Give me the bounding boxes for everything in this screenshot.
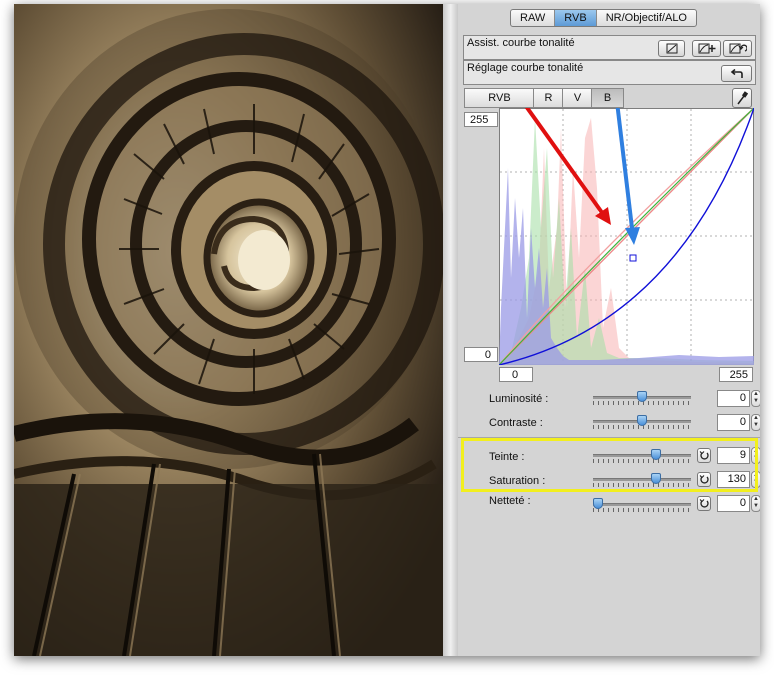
contraste-slider-thumb[interactable] xyxy=(637,415,647,426)
channel-r-button[interactable]: R xyxy=(533,88,564,108)
luminosite-slider-thumb[interactable] xyxy=(637,391,647,402)
eyedropper-icon xyxy=(737,91,748,105)
tab-bar: RAW RVB NR/Objectif/ALO xyxy=(510,9,697,27)
input-max-value[interactable]: 255 xyxy=(719,367,753,382)
channel-v-button[interactable]: V xyxy=(562,88,593,108)
tone-curve-adjust-section: Réglage courbe tonalité xyxy=(463,60,756,85)
reset-arrow-icon xyxy=(730,68,743,78)
tab-raw[interactable]: RAW xyxy=(511,10,556,26)
channel-b-button[interactable]: B xyxy=(591,88,624,108)
linear-curve-icon xyxy=(666,43,677,54)
adjustment-panel: RAW RVB NR/Objectif/ALO Assist. courbe t… xyxy=(458,4,760,656)
linear-curve-button[interactable] xyxy=(658,40,685,57)
tab-nr-objectif-alo[interactable]: NR/Objectif/ALO xyxy=(597,10,696,26)
panel-splitter[interactable] xyxy=(443,4,458,656)
nettete-reset-button[interactable] xyxy=(697,496,711,511)
auto-curve-add-button[interactable] xyxy=(692,40,721,57)
tone-curve-adjust-label: Réglage courbe tonalité xyxy=(467,62,584,74)
curve-add-icon xyxy=(698,43,715,54)
tone-curve-assist-label: Assist. courbe tonalité xyxy=(467,37,575,49)
eyedropper-button[interactable] xyxy=(732,88,752,108)
curve-reset-icon xyxy=(729,43,747,54)
output-max-value[interactable]: 255 xyxy=(464,112,498,127)
curve-control-point[interactable] xyxy=(629,254,637,262)
luminosite-value[interactable]: 0 xyxy=(717,390,750,407)
nettete-value[interactable]: 0 xyxy=(717,495,750,512)
tone-curve-reset-button[interactable] xyxy=(721,65,752,82)
nettete-slider[interactable] xyxy=(593,497,691,512)
luminosite-slider[interactable] xyxy=(593,390,691,405)
contraste-stepper[interactable]: ▲ ▼ xyxy=(751,414,760,431)
curve-reset-button[interactable] xyxy=(723,40,752,57)
output-min-value[interactable]: 0 xyxy=(464,347,498,362)
tone-curve-assist-section: Assist. courbe tonalité xyxy=(463,35,756,60)
tab-rvb[interactable]: RVB xyxy=(555,10,597,26)
luminosite-label: Luminosité : xyxy=(489,393,549,405)
app-window: RAW RVB NR/Objectif/ALO Assist. courbe t… xyxy=(14,4,760,656)
luminosite-stepper[interactable]: ▲ ▼ xyxy=(751,390,760,407)
nettete-label: Netteté : xyxy=(489,495,531,507)
nettete-slider-thumb[interactable] xyxy=(593,498,603,509)
channel-rvb-button[interactable]: RVB xyxy=(464,88,535,108)
input-min-value[interactable]: 0 xyxy=(499,367,533,382)
contraste-value[interactable]: 0 xyxy=(717,414,750,431)
photo-preview xyxy=(14,4,445,656)
contraste-slider[interactable] xyxy=(593,414,691,429)
reset-arrow-icon xyxy=(699,499,709,508)
tone-curve-graph[interactable] xyxy=(499,108,754,365)
nettete-stepper[interactable]: ▲ ▼ xyxy=(751,495,760,512)
highlight-annotation xyxy=(461,438,758,492)
contraste-label: Contraste : xyxy=(489,417,543,429)
spiral-staircase-image xyxy=(14,4,445,656)
